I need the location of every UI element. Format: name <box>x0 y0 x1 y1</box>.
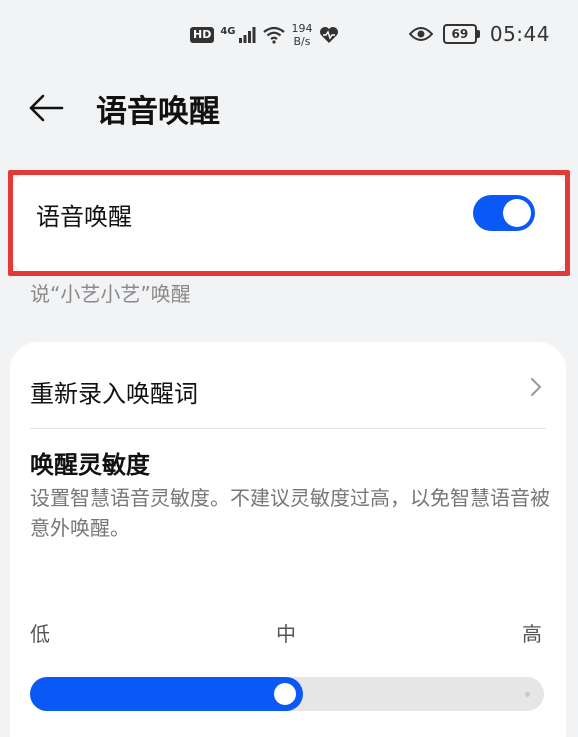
slider-thumb[interactable] <box>274 683 296 705</box>
voice-wake-hint: 说“小艺小艺”唤醒 <box>30 282 191 306</box>
status-left-group: HD 4G 194 B/s <box>190 22 339 48</box>
rerecord-wake-word-row[interactable]: 重新录入唤醒词 <box>10 342 566 428</box>
arrow-left-icon <box>29 94 64 122</box>
signal-icon <box>238 27 256 43</box>
speed-value: 194 <box>291 22 313 35</box>
level-low-label: 低 <box>30 622 50 646</box>
chevron-right-icon <box>531 378 541 396</box>
level-high-label: 高 <box>522 622 542 646</box>
level-mid-label: 中 <box>276 622 296 646</box>
back-button[interactable] <box>24 88 68 128</box>
slider-fill <box>30 677 303 711</box>
status-bar: HD 4G 194 B/s 69 05:44 <box>0 0 578 66</box>
sensitivity-title: 唤醒灵敏度 <box>30 451 150 479</box>
page-title: 语音唤醒 <box>96 94 220 130</box>
battery-level: 69 <box>442 24 477 44</box>
slider-end-dot <box>525 692 530 697</box>
battery-icon: 69 <box>442 24 480 44</box>
speed-unit: B/s <box>293 35 311 48</box>
eye-comfort-icon <box>408 27 433 41</box>
voice-wake-label: 语音唤醒 <box>36 203 132 231</box>
divider <box>30 428 546 429</box>
page-header: 语音唤醒 <box>0 80 578 136</box>
voice-wake-toggle[interactable] <box>473 195 535 231</box>
network-type: 4G <box>220 25 236 37</box>
clock: 05:44 <box>489 22 550 46</box>
wifi-icon <box>262 26 285 44</box>
hd-badge: HD <box>190 27 215 43</box>
voice-wake-card: 语音唤醒 <box>8 170 570 276</box>
status-right-group: 69 05:44 <box>408 22 550 46</box>
sensitivity-description: 设置智慧语音灵敏度。不建议灵敏度过高，以免智慧语音被意外唤醒。 <box>30 486 550 540</box>
rerecord-wake-word-label: 重新录入唤醒词 <box>30 380 198 408</box>
health-heart-icon <box>319 27 338 43</box>
network-speed: 194 B/s <box>292 22 313 48</box>
toggle-knob <box>503 199 531 227</box>
sensitivity-slider[interactable] <box>30 677 544 711</box>
settings-card: 重新录入唤醒词 唤醒灵敏度 设置智慧语音灵敏度。不建议灵敏度过高，以免智慧语音被… <box>10 342 566 737</box>
